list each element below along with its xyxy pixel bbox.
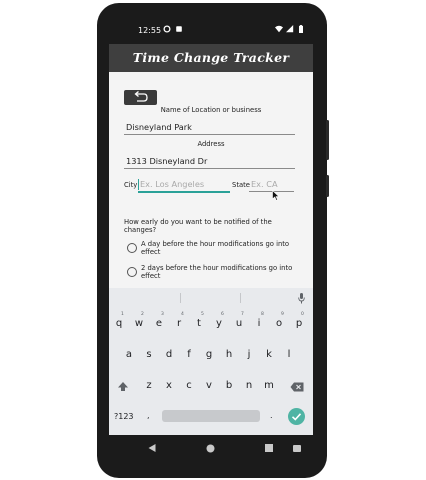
key-g[interactable]: g [200,349,218,360]
nav-recents-icon[interactable] [265,444,273,452]
city-input[interactable]: Ex. Los Angeles [140,179,204,189]
key-w[interactable]: w [130,318,148,329]
key-u[interactable]: u [230,318,248,329]
comma-key[interactable]: , [147,411,150,420]
suggestion-divider [180,293,181,303]
microphone-icon[interactable] [298,293,305,304]
option-radio-2[interactable] [127,267,137,277]
state-label: State [232,181,250,189]
key-hint-8: 8 [261,312,264,317]
suggestion-bar [109,288,313,308]
key-a[interactable]: a [120,349,138,360]
key-hint-4: 4 [181,312,184,317]
key-hint-5: 5 [201,312,204,317]
back-button[interactable] [124,90,157,105]
option-label-1[interactable]: A day before the hour modifications go i… [141,240,296,256]
key-h[interactable]: h [220,349,238,360]
location-input[interactable]: Disneyland Park [126,122,192,132]
period-key[interactable]: . [270,411,273,420]
shift-icon[interactable] [117,381,129,393]
key-v[interactable]: v [200,380,218,391]
key-x[interactable]: x [160,380,178,391]
key-d[interactable]: d [160,349,178,360]
state-input[interactable]: Ex. CA [251,179,278,189]
key-y[interactable]: y [210,318,228,329]
key-p[interactable]: p [290,318,308,329]
key-i[interactable]: i [250,318,268,329]
app-bar: Time Change Tracker [109,44,313,72]
keyboard-switch-icon[interactable] [293,445,301,452]
key-hint-9: 9 [281,312,284,317]
key-l[interactable]: l [280,349,298,360]
key-q[interactable]: q [110,318,128,329]
gear-icon [163,25,171,33]
key-m[interactable]: m [260,380,278,391]
symbols-key[interactable]: ?123 [114,412,134,421]
key-j[interactable]: j [240,349,258,360]
key-z[interactable]: z [140,380,158,391]
key-hint-3: 3 [161,312,164,317]
key-o[interactable]: o [270,318,288,329]
location-underline [124,134,295,135]
volume-button [326,120,329,160]
status-bar: 12:55 [109,18,313,44]
city-label: City [124,181,138,189]
key-hint-2: 2 [141,312,144,317]
option-radio-1[interactable] [127,243,137,253]
key-hint-7: 7 [241,312,244,317]
address-label: Address [197,140,225,148]
screen: 12:55 Time Change Tracker Name of Locati… [109,18,313,435]
city-underline [138,191,230,193]
text-cursor [138,179,139,190]
key-s[interactable]: s [140,349,158,360]
battery-icon [299,25,303,33]
nav-home-icon[interactable] [206,444,215,453]
location-label: Name of Location or business [160,106,262,114]
wifi-icon [275,25,283,33]
mouse-pointer-icon [272,190,280,201]
space-bar[interactable] [162,410,260,422]
notification-icon [176,26,182,32]
backspace-icon[interactable] [290,382,304,392]
key-e[interactable]: e [150,318,168,329]
key-r[interactable]: r [170,318,188,329]
key-hint-6: 6 [221,312,224,317]
key-b[interactable]: b [220,380,238,391]
back-arrow-icon [134,91,148,102]
signal-icon [286,25,294,33]
key-k[interactable]: k [260,349,278,360]
address-input[interactable]: 1313 Disneyland Dr [126,156,207,166]
enter-key[interactable] [288,408,305,425]
suggestion-divider [240,293,241,303]
option-label-2[interactable]: 2 days before the hour modifications go … [141,264,296,280]
check-icon [291,413,302,421]
key-hint-1: 1 [121,312,124,317]
key-hint-0: 0 [301,312,304,317]
key-t[interactable]: t [190,318,208,329]
address-underline [124,168,295,169]
key-f[interactable]: f [180,349,198,360]
key-c[interactable]: c [180,380,198,391]
notification-question: How early do you want to be notified of … [124,218,272,234]
app-title: Time Change Tracker [132,50,290,65]
power-button [326,175,329,197]
key-n[interactable]: n [240,380,258,391]
nav-back-icon[interactable] [147,443,157,453]
soft-keyboard: 1 2 3 4 5 6 7 8 9 0 q w e r t y u i o p … [109,288,313,435]
status-time: 12:55 [138,26,162,35]
